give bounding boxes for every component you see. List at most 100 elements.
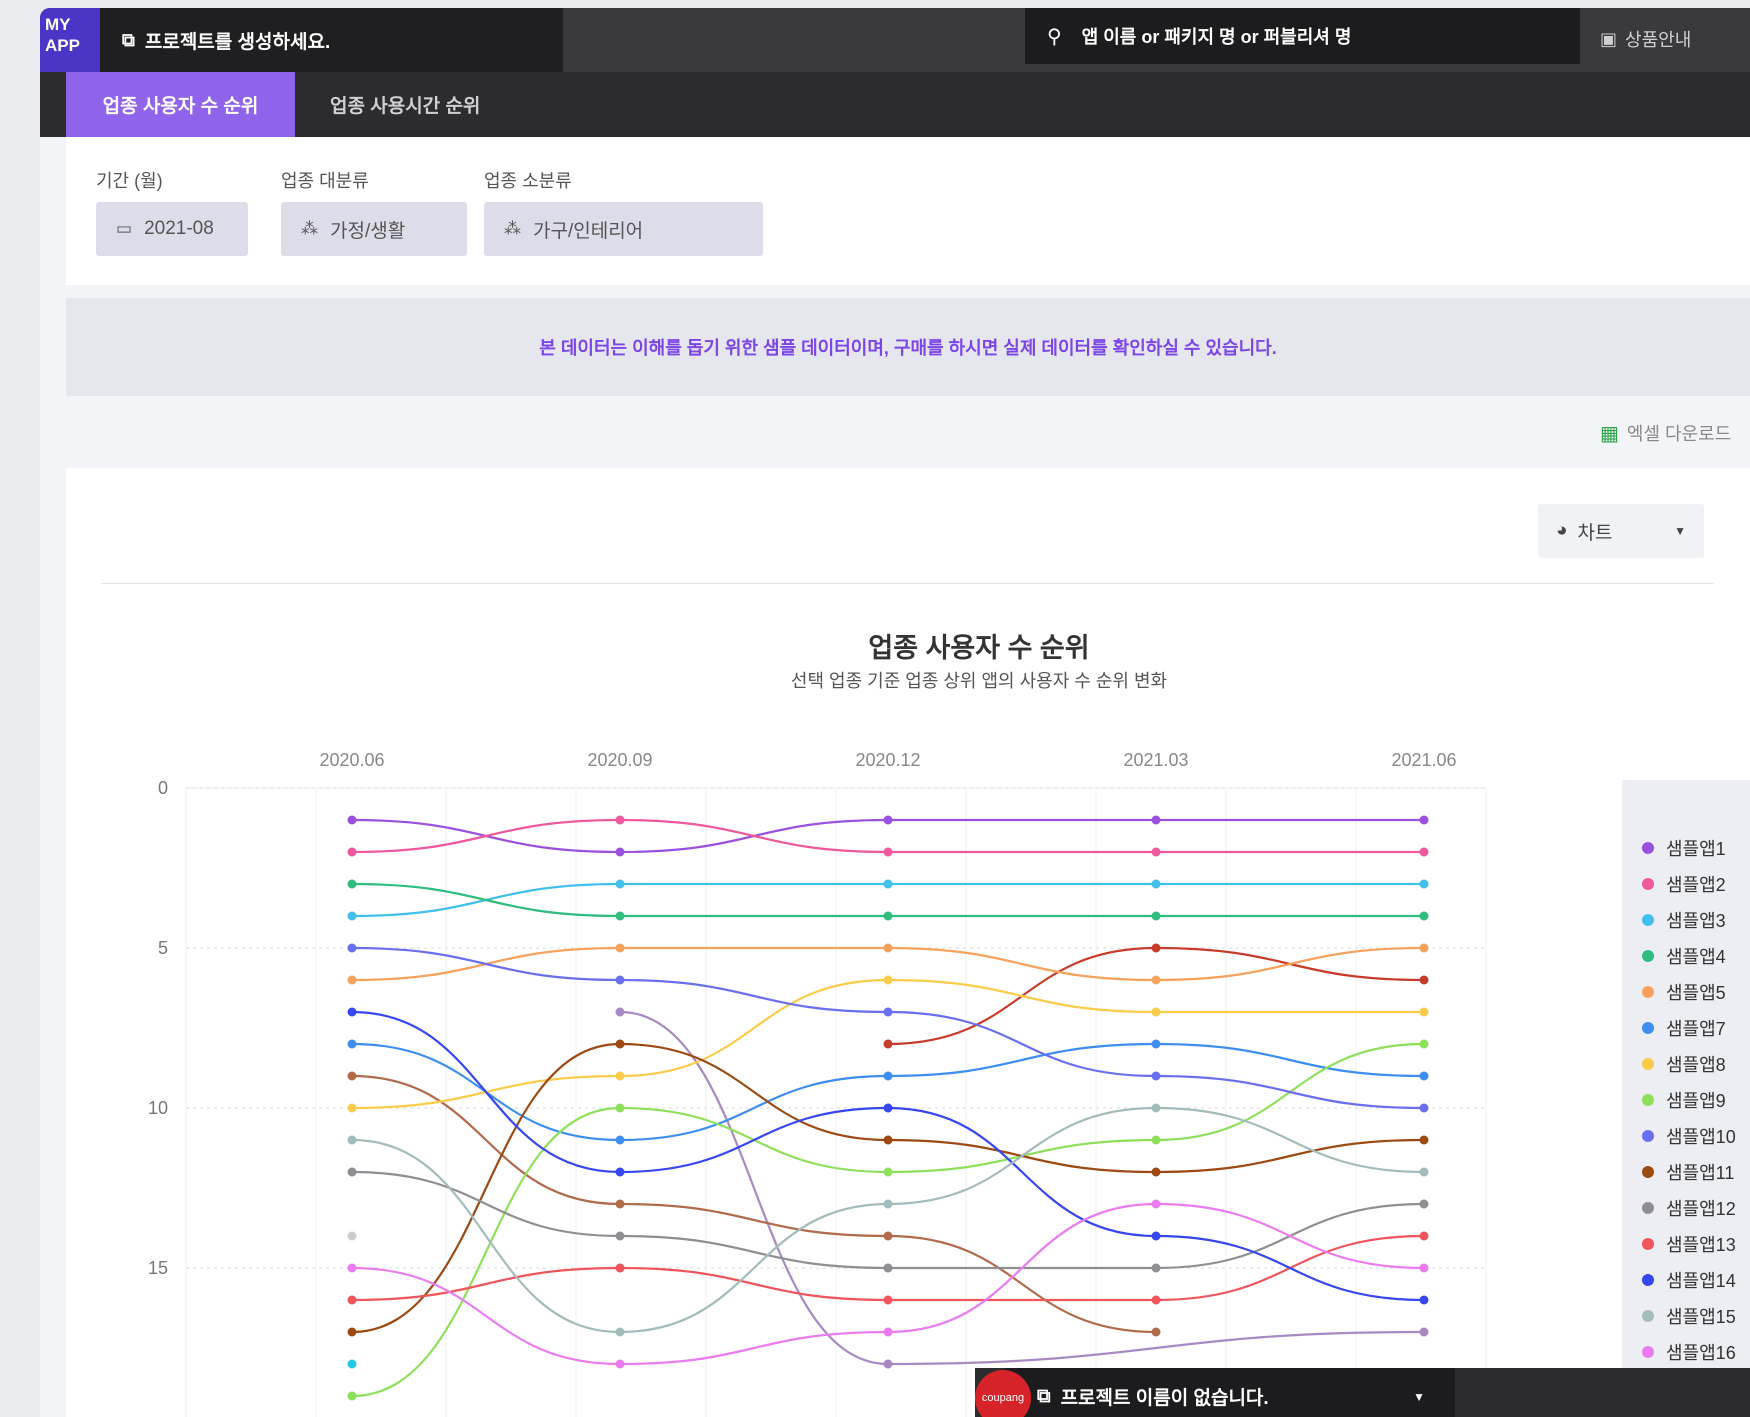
partial-series-1-line <box>619 1010 1425 1366</box>
period-select[interactable]: ▭ 2021-08 <box>96 202 248 256</box>
product-info-link[interactable]: ▣ 상품안내 <box>1600 26 1691 52</box>
series-2-point <box>883 847 893 857</box>
excel-icon: ▦ <box>1600 422 1619 445</box>
series-15-point <box>1419 1263 1429 1273</box>
legend-label: 샘플앱3 <box>1666 911 1726 931</box>
legend-label: 샘플앱9 <box>1666 1091 1726 1111</box>
legend-item[interactable]: 샘플앱3 <box>1642 905 1726 935</box>
series-4-point <box>883 911 893 921</box>
bottom-project-selector[interactable]: ⧉ 프로젝트 이름이 없습니다. ▼ <box>1005 1368 1455 1417</box>
legend-label: 샘플앱10 <box>1666 1127 1736 1147</box>
legend-item[interactable]: 샘플앱13 <box>1642 1229 1736 1259</box>
project-selector[interactable]: ⧉ 프로젝트를 생성하세요. <box>100 8 563 72</box>
series-9-line <box>351 946 1425 1110</box>
legend-label: 샘플앱7 <box>1666 1019 1726 1039</box>
series-4-line <box>351 882 1424 918</box>
legend-item[interactable]: 샘플앱11 <box>1642 1157 1734 1187</box>
legend-item[interactable]: 샘플앱8 <box>1642 1049 1726 1079</box>
product-info-label: 상품안내 <box>1625 30 1692 50</box>
series-11-point <box>883 1263 893 1273</box>
series-4-point <box>615 911 625 921</box>
legend-dot <box>1642 1274 1654 1286</box>
search-input[interactable]: ⚲ 앱 이름 or 패키지 명 or 퍼블리셔 명 <box>1025 8 1580 64</box>
partial-series-2-point <box>883 1231 893 1241</box>
partial-series-4-point <box>347 1359 357 1369</box>
link-icon: ⧉ <box>1037 1385 1051 1407</box>
project-label: 프로젝트를 생성하세요. <box>144 31 331 53</box>
series-14-point <box>615 1327 625 1337</box>
legend-item[interactable]: 샘플앱2 <box>1642 869 1726 899</box>
series-8-point <box>615 1103 625 1113</box>
partial-series-2-line <box>351 1074 1157 1334</box>
series-3-point <box>615 879 625 889</box>
series-13-point <box>347 1007 357 1017</box>
tab-usage-time-rank[interactable]: 업종 사용시간 순위 <box>330 72 480 137</box>
major-category-value: 가정/생활 <box>330 220 406 242</box>
legend-dot <box>1642 878 1654 890</box>
series-10-point <box>347 1327 357 1337</box>
series-15-point <box>347 1263 357 1273</box>
series-2-point <box>347 847 357 857</box>
series-2-line <box>351 818 1424 854</box>
minor-category-select[interactable]: ⁂ 가구/인테리어 <box>484 202 763 256</box>
major-category-select[interactable]: ⁂ 가정/생활 <box>281 202 467 256</box>
app-logo[interactable]: MY APP <box>40 8 100 72</box>
caret-down-icon: ▼ <box>1413 1389 1425 1404</box>
legend-item[interactable]: 샘플앱7 <box>1642 1013 1726 1043</box>
tab-user-rank[interactable]: 업종 사용자 수 순위 <box>66 72 295 137</box>
series-3-point <box>1151 879 1161 889</box>
link-icon: ⧉ <box>122 29 135 50</box>
period-value: 2021-08 <box>144 218 214 239</box>
x-tick-label: 2020.12 <box>855 750 920 770</box>
series-6-point <box>615 1135 625 1145</box>
x-tick-label: 2020.06 <box>319 750 384 770</box>
legend-item[interactable]: 샘플앱5 <box>1642 977 1726 1007</box>
x-tick-label: 2020.09 <box>587 750 652 770</box>
tab-bar: 업종 사용자 수 순위 업종 사용시간 순위 <box>40 72 1750 137</box>
legend-item[interactable]: 샘플앱16 <box>1642 1337 1736 1367</box>
series-13-point <box>883 1103 893 1113</box>
coupang-badge-text: coupang <box>981 1392 1025 1404</box>
legend-dot <box>1642 986 1654 998</box>
x-tick-label: 2021.03 <box>1123 750 1188 770</box>
series-7-point <box>1419 1007 1429 1017</box>
y-tick-label: 0 <box>158 778 168 798</box>
partial-series-0-point <box>883 1039 893 1049</box>
legend-item[interactable]: 샘플앱15 <box>1642 1301 1736 1331</box>
partial-series-2-point <box>347 1071 357 1081</box>
series-14-point <box>883 1199 893 1209</box>
legend-label: 샘플앱5 <box>1666 983 1726 1003</box>
legend-item[interactable]: 샘플앱12 <box>1642 1193 1736 1223</box>
series-13-line <box>351 1010 1425 1302</box>
y-tick-label: 5 <box>158 938 168 958</box>
series-2-point <box>1151 847 1161 857</box>
series-13-point <box>1151 1231 1161 1241</box>
legend-item[interactable]: 샘플앱9 <box>1642 1085 1726 1115</box>
app-window: MY APP ⧉ 프로젝트를 생성하세요. ⚲ 앱 이름 or 패키지 명 or… <box>40 8 1750 1417</box>
legend-item[interactable]: 샘플앱1 <box>1642 833 1726 863</box>
logo-text: MY APP <box>45 15 80 55</box>
sample-data-notice: 본 데이터는 이해를 돕기 위한 샘플 데이터이며, 구매를 하시면 실제 데이… <box>66 298 1750 396</box>
series-10-point <box>1419 1135 1429 1145</box>
legend-item[interactable]: 샘플앱14 <box>1642 1265 1736 1295</box>
y-tick-label: 10 <box>148 1098 168 1118</box>
legend-dot <box>1642 842 1654 854</box>
series-1-point <box>615 847 625 857</box>
series-4-point <box>347 879 357 889</box>
series-5-point <box>615 943 625 953</box>
legend-item[interactable]: 샘플앱10 <box>1642 1121 1736 1151</box>
legend-dot <box>1642 1130 1654 1142</box>
series-12-point <box>615 1263 625 1273</box>
series-10-point <box>883 1135 893 1145</box>
excel-download-button[interactable]: ▦ 엑셀 다운로드 <box>1600 420 1731 446</box>
legend-item[interactable]: 샘플앱4 <box>1642 941 1726 971</box>
coupang-badge[interactable]: coupang <box>975 1370 1031 1417</box>
legend-label: 샘플앱12 <box>1666 1199 1736 1219</box>
series-10-line <box>351 1042 1425 1334</box>
bottom-project-label: 프로젝트 이름이 없습니다. <box>1060 1388 1269 1409</box>
series-5-line <box>351 946 1425 982</box>
series-1-point <box>347 815 357 825</box>
rank-line-chart: 0 5 10 15 2020.06 2020.09 2020.12 2021.03 2021.0… <box>148 750 1487 1417</box>
series-4-point <box>1419 911 1429 921</box>
info-box-icon: ▣ <box>1600 28 1618 49</box>
